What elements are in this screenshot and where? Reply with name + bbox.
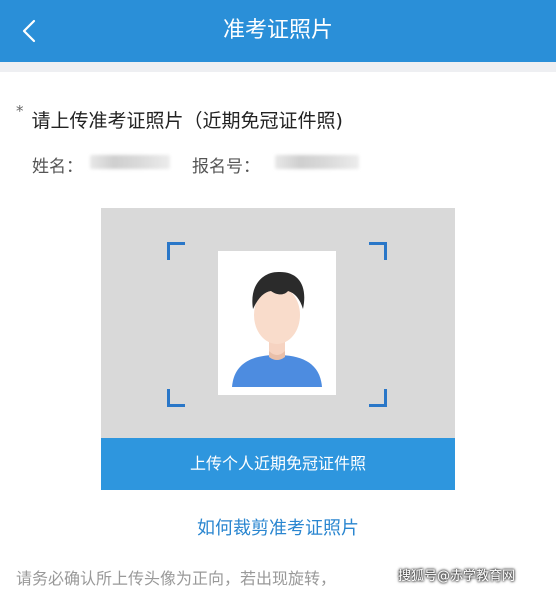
frame-corner-bottom-right xyxy=(369,389,387,407)
page-title: 准考证照片 xyxy=(222,18,333,43)
sample-photo xyxy=(218,251,336,395)
frame-corner-bottom-left xyxy=(167,389,185,407)
watermark: 搜狐号@赤学教育网 xyxy=(398,569,516,584)
registration-number-redacted xyxy=(275,155,359,169)
header-divider xyxy=(0,62,556,72)
photo-upload-area[interactable] xyxy=(101,208,455,438)
crop-help-link[interactable]: 如何裁剪准考证照片 xyxy=(0,514,556,540)
top-bar: 准考证照片 xyxy=(0,0,556,62)
avatar-icon xyxy=(232,271,322,387)
section-heading-text: 请上传准考证照片（近期免冠证件照) xyxy=(31,110,343,132)
frame-corner-top-left xyxy=(167,242,185,260)
back-button[interactable] xyxy=(14,16,44,46)
registration-number-label: 报名号： xyxy=(192,157,260,177)
chevron-left-icon xyxy=(22,19,36,43)
notice-text: 请务必确认所上传头像为正向，若出现旋转， xyxy=(16,569,337,588)
required-mark: * xyxy=(16,102,24,120)
frame-corner-top-right xyxy=(369,242,387,260)
name-label: 姓名： xyxy=(32,157,83,177)
name-value-redacted xyxy=(90,155,170,169)
section-heading: * 请上传准考证照片（近期免冠证件照) xyxy=(16,102,343,133)
upload-photo-button[interactable]: 上传个人近期免冠证件照 xyxy=(101,438,455,490)
